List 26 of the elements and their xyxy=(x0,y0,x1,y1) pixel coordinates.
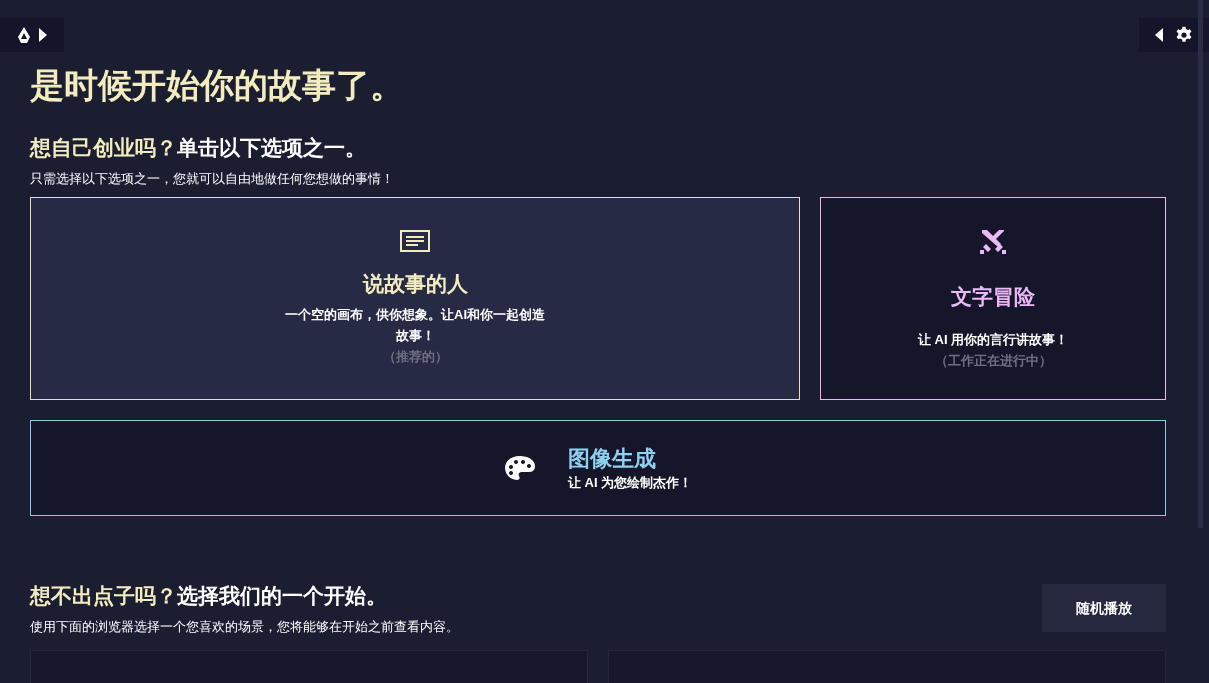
storyteller-card[interactable]: 说故事的人 一个空的画布，供你想象。让AI和你一起创造故事！ （推荐的） xyxy=(30,197,800,400)
settings-icon xyxy=(1175,26,1193,44)
section-heading: 想不出点子吗？选择我们的一个开始。 xyxy=(30,583,388,609)
caret-right-icon xyxy=(39,28,47,42)
card-description: 让 AI 用你的言行讲故事！ xyxy=(917,330,1069,349)
card-description: 让 AI 为您绘制杰作！ xyxy=(567,474,693,492)
toggle-button[interactable] xyxy=(39,28,47,42)
scrollbar[interactable] xyxy=(1198,0,1203,528)
toggle-button[interactable] xyxy=(1155,28,1163,42)
card-note: （推荐的） xyxy=(382,348,448,366)
card-title: 文字冒险 xyxy=(951,283,1035,310)
section-description: 使用下面的浏览器选择一个您喜欢的场景，您将能够在开始之前查看内容。 xyxy=(30,618,459,636)
page-title: 是时候开始你的故事了。 xyxy=(30,65,405,106)
section-description: 只需选择以下选项之一，您就可以自由地做任何您想做的事情！ xyxy=(30,170,395,188)
card-note: （工作正在进行中） xyxy=(934,351,1052,370)
text-lines-icon xyxy=(400,230,430,252)
caret-left-icon xyxy=(1155,28,1163,42)
settings-button[interactable] xyxy=(1175,26,1193,44)
card-description: 一个空的画布，供你想象。让AI和你一起创造故事！ xyxy=(285,306,545,345)
card-title: 图像生成 xyxy=(567,445,657,473)
palette-icon xyxy=(503,455,536,481)
adventure-card[interactable]: 文字冒险 让 AI 用你的言行讲故事！ （工作正在进行中） xyxy=(820,197,1166,400)
image-card[interactable]: 图像生成 让 AI 为您绘制杰作！ xyxy=(30,420,1166,516)
card-title: 说故事的人 xyxy=(362,271,468,297)
shuffle-button[interactable]: 随机播放 xyxy=(1042,584,1166,632)
section-heading: 想自己创业吗？单击以下选项之一。 xyxy=(30,135,367,161)
